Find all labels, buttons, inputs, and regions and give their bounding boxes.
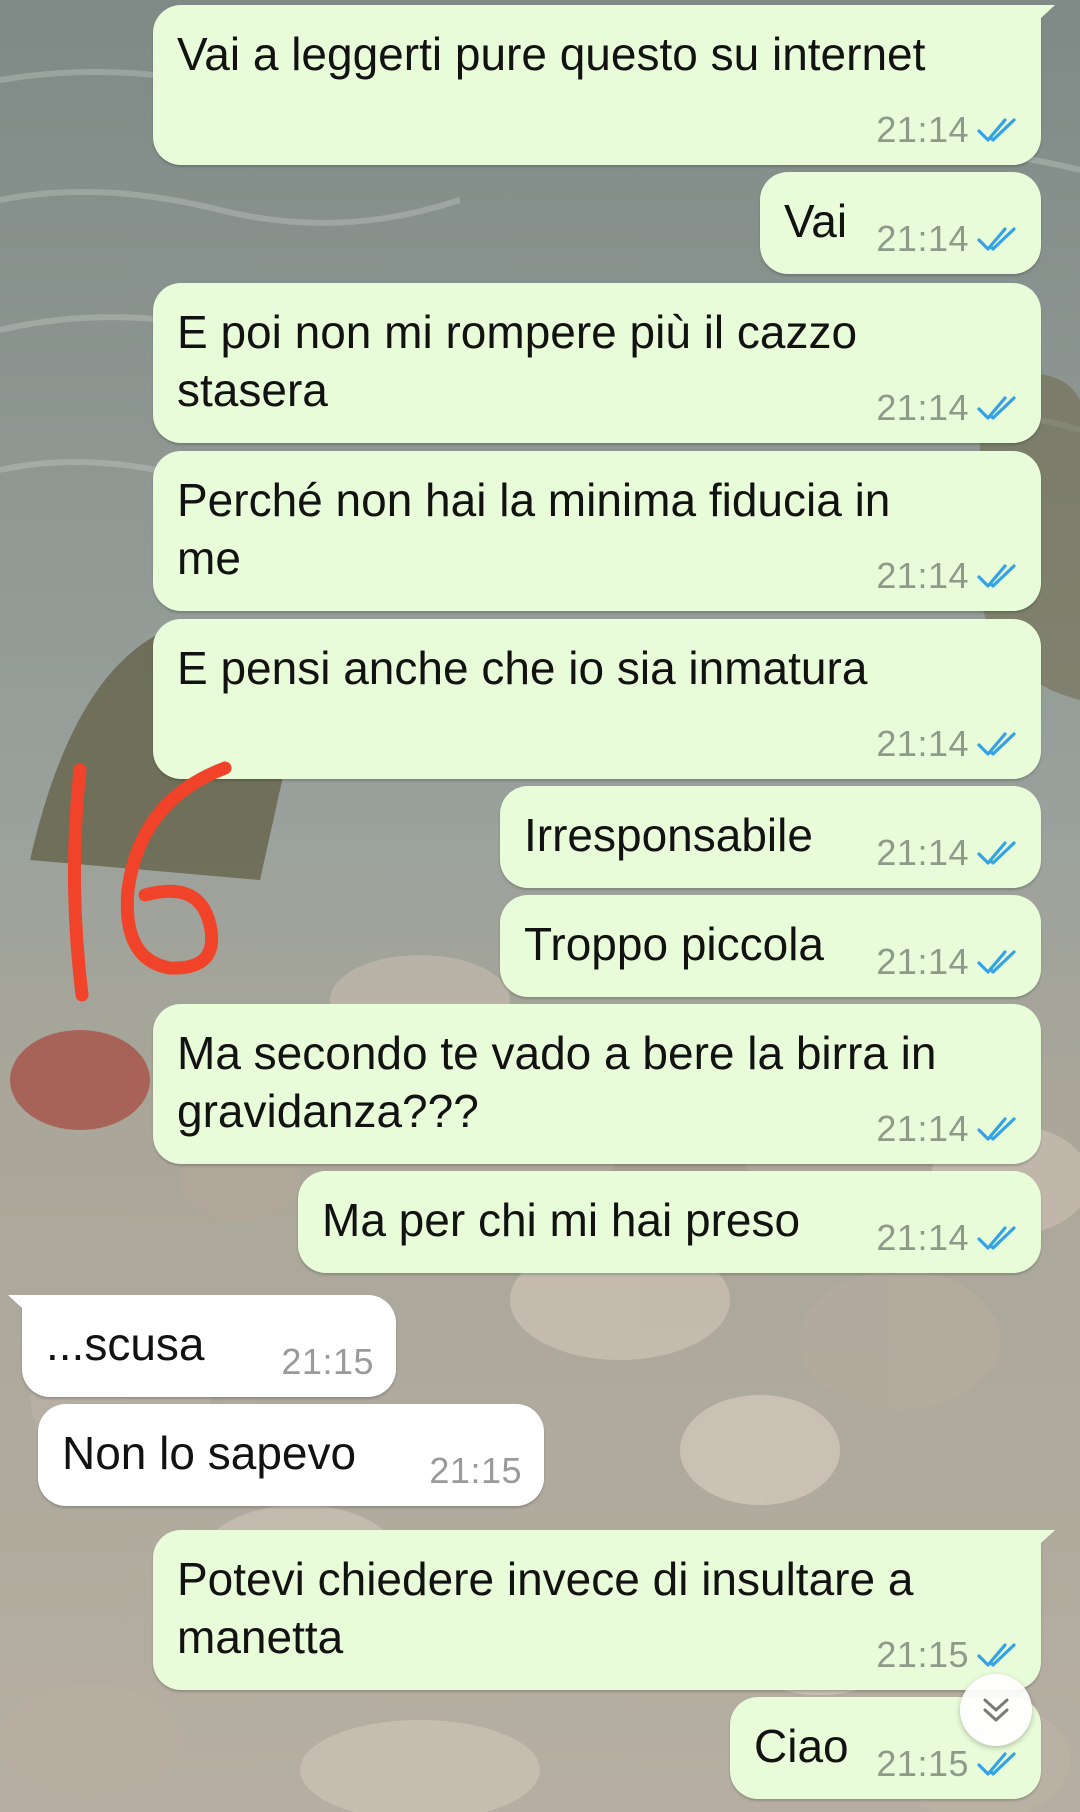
read-double-check-icon	[977, 396, 1016, 420]
outgoing-message-bubble[interactable]: Perché non hai la minima fiducia in me 21…	[153, 451, 1041, 611]
outgoing-message-bubble[interactable]: Potevi chiedere invece di insultare a ma…	[153, 1530, 1055, 1690]
message-meta: 21:15	[429, 1450, 522, 1492]
message-timestamp: 21:15	[429, 1450, 522, 1491]
message-meta: 21:15	[876, 1634, 1019, 1676]
message-timestamp: 21:14	[876, 723, 969, 764]
message-meta: 21:14	[876, 555, 1019, 597]
incoming-message-bubble[interactable]: ...scusa 21:15	[8, 1295, 396, 1397]
outgoing-message-bubble[interactable]: Troppo piccola 21:14	[500, 895, 1041, 997]
outgoing-message-bubble[interactable]: Irresponsabile 21:14	[500, 786, 1041, 888]
message-timestamp: 21:14	[876, 555, 969, 596]
read-double-check-icon	[977, 1117, 1016, 1141]
message-meta: 21:14	[876, 1217, 1019, 1259]
message-timestamp: 21:14	[876, 218, 969, 259]
message-text: E pensi anche che io sia inmatura	[177, 642, 868, 694]
message-timestamp: 21:14	[876, 109, 969, 150]
message-timestamp: 21:14	[876, 1217, 969, 1258]
read-double-check-icon	[977, 841, 1016, 865]
outgoing-message-bubble[interactable]: Vai 21:14	[760, 172, 1041, 274]
message-meta: 21:15	[281, 1341, 374, 1383]
scroll-to-bottom-button[interactable]	[960, 1674, 1032, 1746]
outgoing-message-bubble[interactable]: Vai a leggerti pure questo su internet 21…	[153, 5, 1055, 165]
message-meta: 21:14	[876, 1108, 1019, 1150]
message-meta: 21:14	[876, 109, 1019, 151]
outgoing-message-bubble[interactable]: Ma per chi mi hai preso 21:14	[298, 1171, 1041, 1273]
read-double-check-icon	[977, 732, 1016, 756]
message-meta: 21:14	[876, 387, 1019, 429]
read-double-check-icon	[977, 118, 1016, 142]
message-text: Vai a leggerti pure questo su internet	[177, 28, 926, 80]
message-meta: 21:14	[876, 723, 1019, 765]
read-double-check-icon	[977, 1752, 1016, 1776]
outgoing-message-bubble[interactable]: Ma secondo te vado a bere la birra in gr…	[153, 1004, 1041, 1164]
read-double-check-icon	[977, 1643, 1016, 1667]
bubble-tail	[1027, 1530, 1055, 1556]
read-double-check-icon	[977, 564, 1016, 588]
bubble-tail	[8, 1295, 36, 1321]
message-timestamp: 21:14	[876, 1108, 969, 1149]
message-timestamp: 21:14	[876, 941, 969, 982]
message-meta: 21:14	[876, 832, 1019, 874]
double-chevron-down-icon	[983, 1698, 1009, 1722]
read-double-check-icon	[977, 950, 1016, 974]
read-double-check-icon	[977, 227, 1016, 251]
bubble-tail	[1027, 5, 1055, 31]
message-timestamp: 21:15	[876, 1634, 969, 1675]
message-timestamp: 21:14	[876, 832, 969, 873]
outgoing-message-bubble[interactable]: E pensi anche che io sia inmatura 21:14	[153, 619, 1041, 779]
message-timestamp: 21:15	[281, 1341, 374, 1382]
handwritten-16-annotation	[67, 761, 232, 1002]
message-timestamp: 21:15	[876, 1743, 969, 1784]
read-double-check-icon	[977, 1226, 1016, 1250]
outgoing-message-bubble[interactable]: E poi non mi rompere più il cazzo staser…	[153, 283, 1041, 443]
message-meta: 21:14	[876, 941, 1019, 983]
incoming-message-bubble[interactable]: Non lo sapevo 21:15	[38, 1404, 544, 1506]
message-meta: 21:14	[876, 218, 1019, 260]
message-timestamp: 21:14	[876, 387, 969, 428]
message-meta: 21:15	[876, 1743, 1019, 1785]
